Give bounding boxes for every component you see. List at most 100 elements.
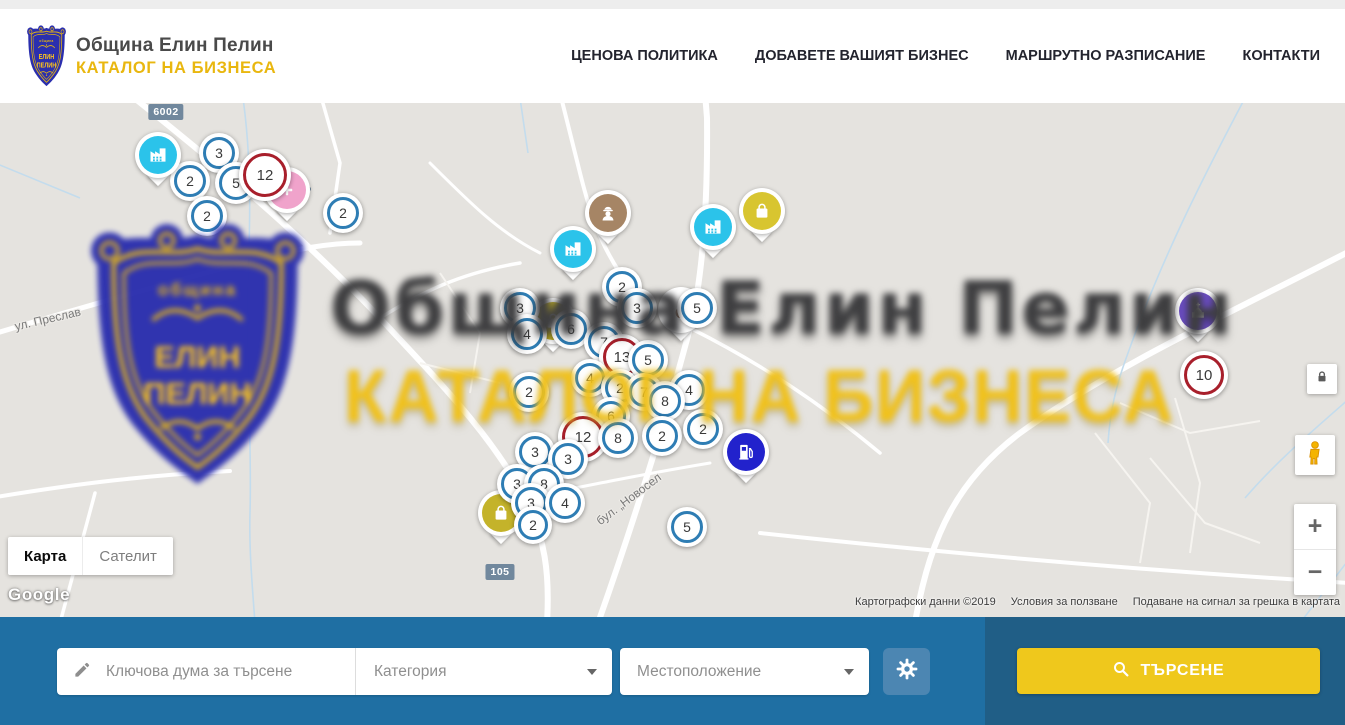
cluster-count: 2 <box>658 428 666 444</box>
search-icon <box>1112 660 1130 683</box>
zoom-in-button[interactable]: + <box>1294 504 1336 549</box>
cluster-count: 2 <box>203 208 211 224</box>
keyword-field[interactable] <box>57 648 355 695</box>
cluster-marker[interactable]: 2 <box>509 372 549 412</box>
cluster-count: 2 <box>525 384 533 400</box>
search-button[interactable]: ТЪРСЕНЕ <box>1017 648 1320 694</box>
cluster-marker[interactable]: 2 <box>187 196 227 236</box>
fuel-icon <box>727 433 765 471</box>
svg-text:община: община <box>39 39 54 43</box>
keyword-input[interactable] <box>104 662 338 682</box>
location-select-value: Местоположение <box>637 663 761 681</box>
search-bar: ТЪРСЕНЕ Категория Местоположение <box>0 617 1345 725</box>
bag-icon <box>743 192 781 230</box>
cluster-count: 3 <box>531 444 539 460</box>
nav-item-1[interactable]: ДОБАВЕТЕ ВАШИЯТ БИЗНЕС <box>755 48 969 64</box>
nav-item-2[interactable]: МАРШРУТНО РАЗПИСАНИЕ <box>1006 48 1206 64</box>
factory-icon <box>139 136 177 174</box>
advanced-search-button[interactable] <box>883 648 930 695</box>
cluster-count: 4 <box>523 326 531 342</box>
cluster-count: 4 <box>586 370 594 386</box>
map-type-satellite-button[interactable]: Сателит <box>82 537 173 575</box>
chevron-down-icon <box>587 669 597 675</box>
main-nav: ЦЕНОВА ПОЛИТИКА ДОБАВЕТЕ ВАШИЯТ БИЗНЕС МАР… <box>571 48 1320 64</box>
cluster-marker[interactable]: 12 <box>239 149 291 201</box>
site-title: Община Елин Пелин <box>76 35 276 57</box>
cluster-count: 4 <box>685 382 693 398</box>
chevron-down-icon <box>844 669 854 675</box>
gear-icon <box>895 657 919 686</box>
svg-text:ПЕЛИН: ПЕЛИН <box>37 62 57 70</box>
svg-text:ЕЛИН: ЕЛИН <box>39 53 55 61</box>
factory-pin[interactable] <box>550 226 596 272</box>
attribution-text: Картографски данни ©2019 <box>855 596 996 608</box>
zoom-out-button[interactable]: − <box>1294 549 1336 595</box>
cluster-count: 2 <box>529 517 537 533</box>
church-pin[interactable] <box>1175 288 1221 334</box>
cluster-marker[interactable]: 2 <box>683 409 723 449</box>
cluster-count: 12 <box>257 167 274 184</box>
attribution-link[interactable]: Условия за ползване <box>1011 596 1118 608</box>
cluster-count: 8 <box>614 430 622 446</box>
municipality-crest-icon: община ЕЛИН ПЕЛИН <box>26 24 67 88</box>
map-canvas[interactable]: ул. Преславбул. „Новоселции" 6002105 325… <box>0 103 1345 617</box>
nav-item-0[interactable]: ЦЕНОВА ПОЛИТИКА <box>571 48 718 64</box>
category-select-value: Категория <box>374 663 446 681</box>
cluster-count: 6 <box>567 321 575 337</box>
cluster-count: 2 <box>699 421 707 437</box>
cluster-marker[interactable]: 4 <box>507 314 547 354</box>
category-select[interactable]: Категория <box>355 648 612 695</box>
cluster-marker[interactable]: 2 <box>323 193 363 233</box>
site-subtitle: КАТАЛОГ НА БИЗНЕСА <box>76 59 276 78</box>
cluster-count: 8 <box>661 393 669 409</box>
cluster-count: 5 <box>693 300 701 316</box>
cluster-marker[interactable]: 5 <box>677 288 717 328</box>
lock-icon <box>1315 370 1329 389</box>
cluster-count: 2 <box>339 205 347 221</box>
road-badge: 6002 <box>148 104 183 120</box>
pegman-icon <box>1302 440 1328 471</box>
attribution-link[interactable]: Подаване на сигнал за грешка в картата <box>1133 596 1340 608</box>
church-icon <box>1179 292 1217 330</box>
cluster-marker[interactable]: 5 <box>667 507 707 547</box>
location-select[interactable]: Местоположение <box>620 648 869 695</box>
road-badge: 105 <box>485 564 514 580</box>
map-attribution: Картографски данни ©2019 Условия за ползв… <box>855 596 1340 608</box>
site-header: община ЕЛИН ПЕЛИН Община Елин Пелин КАТА… <box>0 9 1345 103</box>
cluster-marker[interactable]: 2 <box>514 506 552 544</box>
map-type-control: Карта Сателит <box>8 537 173 575</box>
google-logo[interactable]: Google <box>8 585 70 605</box>
bag-pin[interactable] <box>739 188 785 234</box>
page-top-strip <box>0 0 1345 9</box>
cluster-count: 10 <box>1196 367 1213 384</box>
cluster-count: 2 <box>186 173 194 189</box>
search-bar-right-panel: ТЪРСЕНЕ <box>985 617 1345 725</box>
cluster-count: 3 <box>633 300 641 316</box>
nav-item-3[interactable]: КОНТАКТИ <box>1242 48 1320 64</box>
map-lock-button[interactable] <box>1307 364 1337 394</box>
factory-icon <box>554 230 592 268</box>
search-button-label: ТЪРСЕНЕ <box>1140 662 1224 680</box>
site-logo[interactable]: община ЕЛИН ПЕЛИН Община Елин Пелин КАТА… <box>26 24 276 88</box>
cluster-count: 4 <box>561 495 569 511</box>
cluster-count: 5 <box>683 519 691 535</box>
cluster-marker[interactable]: 3 <box>617 288 657 328</box>
street-view-pegman-button[interactable] <box>1295 435 1335 475</box>
cluster-count: 2 <box>616 380 624 396</box>
cluster-count: 3 <box>564 451 572 467</box>
factory-pin[interactable] <box>690 204 736 250</box>
cluster-marker[interactable]: 8 <box>598 418 638 458</box>
fuel-pin[interactable] <box>723 429 769 475</box>
cluster-count: 3 <box>215 145 223 161</box>
cluster-marker[interactable]: 8 <box>645 381 685 421</box>
search-fields: Категория Местоположение <box>57 648 930 695</box>
cluster-marker[interactable]: 10 <box>1180 351 1228 399</box>
pencil-icon <box>73 660 92 684</box>
factory-pin[interactable] <box>135 132 181 178</box>
cluster-marker[interactable]: 2 <box>642 416 682 456</box>
map-type-map-button[interactable]: Карта <box>8 537 82 575</box>
factory-icon <box>694 208 732 246</box>
cluster-marker[interactable]: 4 <box>545 483 585 523</box>
cluster-count: 5 <box>644 352 652 368</box>
map-zoom-control: + − <box>1294 504 1336 595</box>
